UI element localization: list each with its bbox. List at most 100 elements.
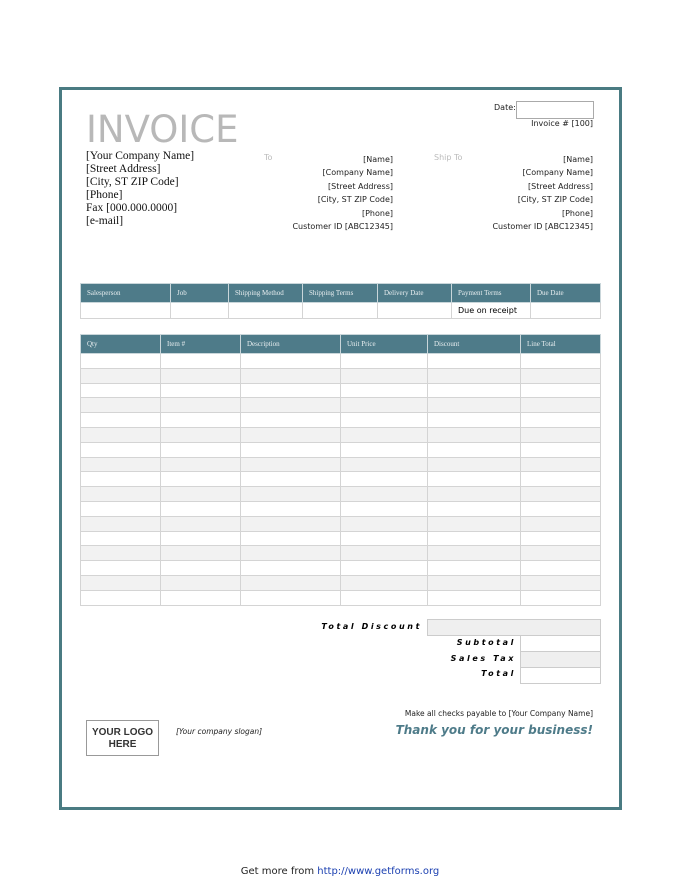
item-cell[interactable] [340, 412, 428, 428]
item-cell[interactable] [427, 500, 521, 517]
item-cell[interactable] [427, 397, 521, 414]
item-cell[interactable] [160, 486, 241, 502]
item-cell[interactable] [520, 574, 601, 591]
item-cell[interactable] [80, 441, 161, 458]
item-cell[interactable] [240, 486, 341, 502]
item-cell[interactable] [520, 589, 601, 606]
item-cell[interactable] [340, 589, 428, 606]
item-cell[interactable] [160, 426, 241, 443]
footer-link[interactable]: http://www.getforms.org [317, 866, 439, 877]
item-cell[interactable] [240, 560, 341, 576]
item-cell[interactable] [520, 412, 601, 428]
item-cell[interactable] [520, 500, 601, 517]
item-cell[interactable] [427, 426, 521, 443]
info-cell[interactable] [80, 302, 171, 319]
item-cell[interactable] [340, 574, 428, 591]
info-cell[interactable] [530, 302, 601, 319]
item-cell[interactable] [340, 486, 428, 502]
item-cell[interactable] [80, 426, 161, 443]
item-cell[interactable] [340, 500, 428, 517]
item-cell[interactable] [427, 560, 521, 576]
item-cell[interactable] [427, 486, 521, 502]
item-cell[interactable] [427, 574, 521, 591]
item-cell[interactable] [160, 382, 241, 399]
item-cell[interactable] [520, 545, 601, 562]
item-cell[interactable] [80, 367, 161, 384]
item-cell[interactable] [427, 367, 521, 384]
item-cell[interactable] [240, 515, 341, 532]
item-cell[interactable] [80, 382, 161, 399]
item-cell[interactable] [427, 545, 521, 562]
item-cell[interactable] [427, 589, 521, 606]
item-cell[interactable] [240, 353, 341, 369]
item-cell[interactable] [240, 471, 341, 488]
item-cell[interactable] [240, 545, 341, 562]
item-cell[interactable] [240, 426, 341, 443]
item-cell[interactable] [160, 353, 241, 369]
item-cell[interactable] [80, 530, 161, 547]
item-cell[interactable] [160, 574, 241, 591]
item-cell[interactable] [427, 441, 521, 458]
item-cell[interactable] [520, 426, 601, 443]
item-cell[interactable] [520, 515, 601, 532]
item-cell[interactable] [160, 441, 241, 458]
item-cell[interactable] [340, 471, 428, 488]
item-cell[interactable] [340, 515, 428, 532]
item-cell[interactable] [520, 353, 601, 369]
total-discount-field[interactable] [427, 619, 601, 636]
item-cell[interactable] [80, 486, 161, 502]
item-cell[interactable] [340, 530, 428, 547]
item-cell[interactable] [340, 382, 428, 399]
item-cell[interactable] [427, 382, 521, 399]
item-cell[interactable] [80, 353, 161, 369]
item-cell[interactable] [160, 515, 241, 532]
item-cell[interactable] [160, 471, 241, 488]
item-cell[interactable] [340, 397, 428, 414]
item-cell[interactable] [520, 367, 601, 384]
item-cell[interactable] [160, 560, 241, 576]
item-cell[interactable] [80, 397, 161, 414]
item-cell[interactable] [160, 397, 241, 414]
item-cell[interactable] [520, 530, 601, 547]
item-cell[interactable] [520, 471, 601, 488]
item-cell[interactable] [340, 560, 428, 576]
item-cell[interactable] [520, 456, 601, 473]
item-cell[interactable] [80, 574, 161, 591]
sales-tax-field[interactable] [520, 651, 601, 668]
item-cell[interactable] [160, 500, 241, 517]
item-cell[interactable] [240, 412, 341, 428]
item-cell[interactable] [80, 412, 161, 428]
item-cell[interactable] [80, 560, 161, 576]
item-cell[interactable] [160, 589, 241, 606]
item-cell[interactable] [340, 456, 428, 473]
item-cell[interactable] [427, 530, 521, 547]
item-cell[interactable] [427, 515, 521, 532]
item-cell[interactable] [427, 412, 521, 428]
item-cell[interactable] [427, 471, 521, 488]
item-cell[interactable] [520, 397, 601, 414]
item-cell[interactable] [80, 589, 161, 606]
item-cell[interactable] [340, 441, 428, 458]
item-cell[interactable] [160, 367, 241, 384]
item-cell[interactable] [240, 500, 341, 517]
item-cell[interactable] [520, 486, 601, 502]
item-cell[interactable] [340, 367, 428, 384]
info-cell[interactable] [170, 302, 229, 319]
item-cell[interactable] [80, 515, 161, 532]
item-cell[interactable] [160, 545, 241, 562]
item-cell[interactable] [80, 545, 161, 562]
item-cell[interactable] [427, 456, 521, 473]
item-cell[interactable] [520, 382, 601, 399]
item-cell[interactable] [340, 426, 428, 443]
item-cell[interactable] [520, 560, 601, 576]
item-cell[interactable] [240, 367, 341, 384]
item-cell[interactable] [240, 574, 341, 591]
item-cell[interactable] [240, 456, 341, 473]
info-cell[interactable] [302, 302, 378, 319]
item-cell[interactable] [80, 456, 161, 473]
item-cell[interactable] [340, 353, 428, 369]
item-cell[interactable] [240, 382, 341, 399]
item-cell[interactable] [160, 530, 241, 547]
info-cell[interactable]: Due on receipt [451, 302, 531, 319]
item-cell[interactable] [160, 456, 241, 473]
